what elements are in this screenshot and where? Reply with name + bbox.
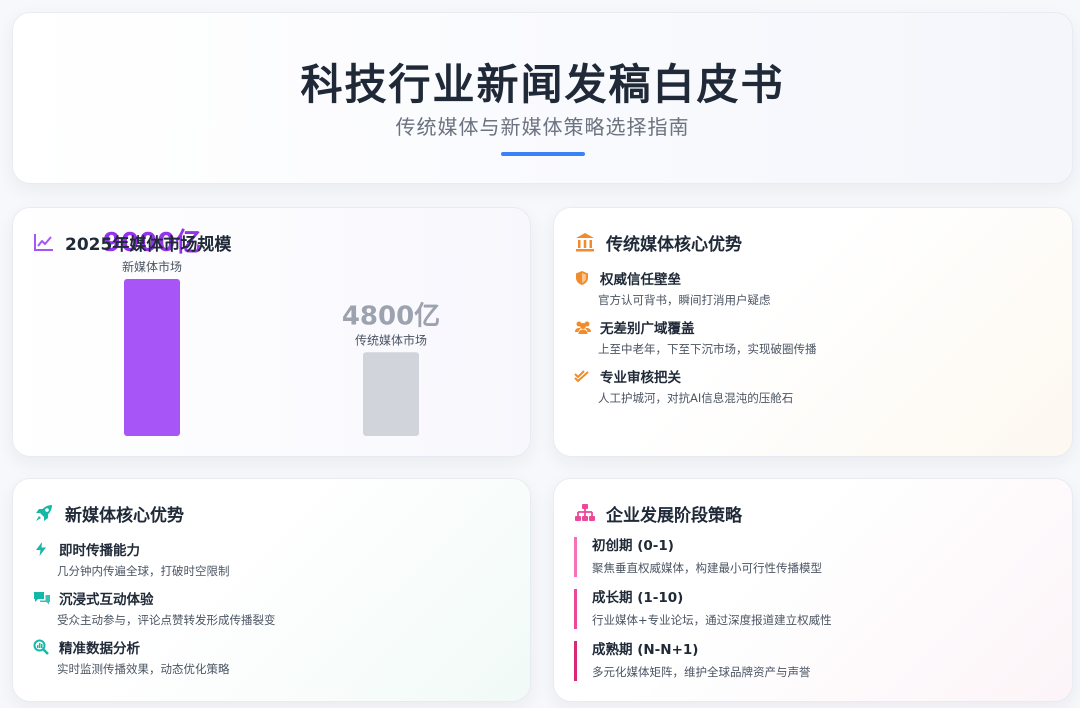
bolt-icon	[33, 541, 49, 557]
page-title: 科技行业新闻发稿白皮书	[300, 60, 785, 109]
users-icon	[574, 319, 591, 335]
stage-desc: 行业媒体+专业论坛，通过深度报道建立权威性	[592, 613, 832, 627]
analytics-icon	[33, 639, 49, 655]
stage-title: 成熟期 (N-N+1)	[592, 642, 699, 658]
new-media-card: 新媒体核心优势 即时传播能力 几分钟内传遍全球，打破时空限制 沉浸式互动体验 受…	[12, 478, 531, 702]
comments-icon	[33, 590, 50, 606]
item-title: 沉浸式互动体验	[59, 592, 154, 608]
traditional-item: 无差别广域覆盖 上至中老年，下至下沉市场，实现破圈传播	[574, 317, 1044, 357]
new-media-card-header: 新媒体核心优势	[33, 501, 184, 526]
item-desc: 几分钟内传遍全球，打破时空限制	[57, 564, 230, 578]
check-double-icon	[574, 368, 590, 384]
bank-icon	[574, 231, 596, 253]
strategy-card: 企业发展阶段策略 初创期 (0-1) 聚焦垂直权威媒体，构建最小可行性传播模型 …	[553, 478, 1073, 702]
traditional-card-title: 传统媒体核心优势	[606, 234, 742, 255]
chart-card-title: 2025年媒体市场规模	[65, 234, 232, 255]
new-media-item: 沉浸式互动体验 受众主动参与，评论点赞转发形成传播裂变	[33, 588, 503, 628]
market-size-card: 新媒体市场 9000亿 传统媒体市场 4800亿 2025年媒体市场规模	[12, 207, 531, 457]
stage-desc: 多元化媒体矩阵，维护全球品牌资产与声誉	[592, 665, 811, 679]
item-title: 权威信任壁垒	[600, 272, 681, 288]
traditional-item: 权威信任壁垒 官方认可背书，瞬间打消用户疑虑	[574, 268, 1044, 308]
new-media-item: 即时传播能力 几分钟内传遍全球，打破时空限制	[33, 539, 503, 579]
shield-icon	[574, 270, 590, 286]
title-divider	[501, 152, 585, 156]
item-desc: 人工护城河，对抗AI信息混沌的压舱石	[598, 391, 794, 405]
strategy-card-title: 企业发展阶段策略	[606, 505, 742, 526]
rocket-icon	[33, 502, 55, 524]
strategy-card-header: 企业发展阶段策略	[574, 501, 742, 526]
sitemap-icon	[574, 502, 596, 524]
item-title: 精准数据分析	[59, 641, 140, 657]
traditional-media-card: 传统媒体核心优势 权威信任壁垒 官方认可背书，瞬间打消用户疑虑 无差别广域覆盖 …	[553, 207, 1073, 457]
header-card: 科技行业新闻发稿白皮书 传统媒体与新媒体策略选择指南	[12, 12, 1073, 184]
new-media-card-title: 新媒体核心优势	[65, 505, 184, 526]
item-title: 专业审核把关	[600, 370, 681, 386]
strategy-stage: 成长期 (1-10) 行业媒体+专业论坛，通过深度报道建立权威性	[574, 589, 1044, 629]
chart-category-label: 新媒体市场	[122, 259, 182, 274]
stage-title: 成长期 (1-10)	[592, 590, 684, 606]
new-media-item: 精准数据分析 实时监测传播效果，动态优化策略	[33, 637, 503, 677]
page-subtitle: 传统媒体与新媒体策略选择指南	[395, 115, 690, 139]
item-desc: 受众主动参与，评论点赞转发形成传播裂变	[57, 613, 276, 627]
item-title: 即时传播能力	[59, 543, 140, 559]
stage-desc: 聚焦垂直权威媒体，构建最小可行性传播模型	[592, 561, 822, 575]
item-desc: 上至中老年，下至下沉市场，实现破圈传播	[598, 342, 817, 356]
chart-card-header: 2025年媒体市场规模	[33, 230, 232, 255]
traditional-card-header: 传统媒体核心优势	[574, 230, 742, 255]
item-desc: 官方认可背书，瞬间打消用户疑虑	[598, 293, 771, 307]
item-title: 无差别广域覆盖	[600, 321, 695, 337]
strategy-stage: 初创期 (0-1) 聚焦垂直权威媒体，构建最小可行性传播模型	[574, 537, 1044, 577]
strategy-stage: 成熟期 (N-N+1) 多元化媒体矩阵，维护全球品牌资产与声誉	[574, 641, 1044, 681]
line-chart-icon	[33, 231, 55, 253]
chart-bar	[124, 279, 180, 436]
item-desc: 实时监测传播效果，动态优化策略	[57, 662, 230, 676]
chart-value-label: 4800亿	[342, 301, 440, 331]
chart-category-label: 传统媒体市场	[355, 332, 427, 347]
stage-title: 初创期 (0-1)	[592, 538, 674, 554]
traditional-item: 专业审核把关 人工护城河，对抗AI信息混沌的压舱石	[574, 366, 1044, 406]
chart-bar	[363, 352, 419, 436]
